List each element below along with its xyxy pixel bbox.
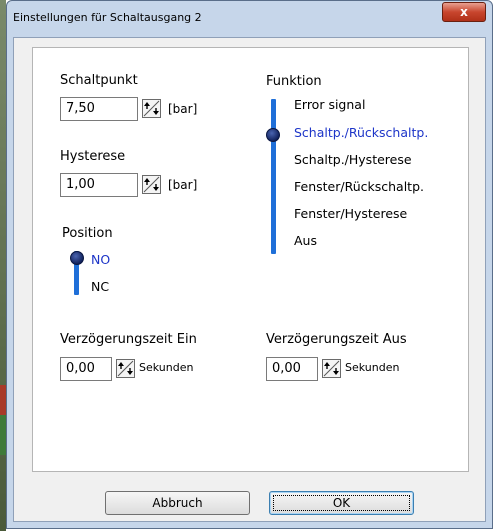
position-option-nc[interactable]: NC [91,279,109,294]
focus-rectangle [273,495,410,511]
funktion-option-error-signal[interactable]: Error signal [294,97,365,112]
funktion-option-schaltp-rueckschaltp[interactable]: Schaltp./Rückschaltp. [294,125,428,140]
funktion-slider-knob[interactable] [266,128,280,142]
funktion-label: Funktion [266,74,322,89]
settings-panel: Schaltpunkt 7,50 [bar] Hysterese 1,00 [b… [32,47,469,472]
position-label: Position [62,226,113,241]
spin-arrows-icon[interactable] [142,99,161,118]
delay-off-spinbox[interactable]: 0,00 [266,357,341,381]
funktion-option-schaltp-hysterese[interactable]: Schaltp./Hysterese [294,152,412,167]
position-option-no[interactable]: NO [91,252,110,267]
hysterese-spinbox[interactable]: 1,00 [60,173,164,197]
delay-on-input[interactable]: 0,00 [60,357,112,381]
schaltpunkt-input[interactable]: 7,50 [60,97,138,121]
spin-arrows-icon[interactable] [116,359,135,378]
cancel-button[interactable]: Abbruch [105,491,250,515]
hysterese-label: Hysterese [60,149,126,164]
funktion-option-aus[interactable]: Aus [294,233,317,248]
close-button[interactable]: x [442,2,486,22]
dialog-client-area: Schaltpunkt 7,50 [bar] Hysterese 1,00 [b… [13,37,486,522]
funktion-slider-track[interactable] [271,99,276,254]
delay-on-spinbox[interactable]: 0,00 [60,357,135,381]
close-icon: x [460,5,468,19]
schaltpunkt-spinbox[interactable]: 7,50 [60,97,164,121]
delay-off-label: Verzögerungszeit Aus [266,332,407,347]
dialog-window: Einstellungen für Schaltausgang 2 x Scha… [6,0,493,529]
spin-arrows-icon[interactable] [322,359,341,378]
position-slider-knob[interactable] [70,251,84,265]
ok-button[interactable]: OK [269,491,414,515]
hysterese-unit: [bar] [168,178,198,192]
delay-off-unit: Sekunden [345,361,400,374]
funktion-option-fenster-hysterese[interactable]: Fenster/Hysterese [294,206,407,221]
delay-off-input[interactable]: 0,00 [266,357,318,381]
window-title: Einstellungen für Schaltausgang 2 [13,11,202,24]
schaltpunkt-label: Schaltpunkt [60,73,138,88]
spin-arrows-icon[interactable] [142,175,161,194]
delay-on-label: Verzögerungszeit Ein [60,332,197,347]
hysterese-input[interactable]: 1,00 [60,173,138,197]
funktion-option-fenster-rueckschaltp[interactable]: Fenster/Rückschaltp. [294,179,424,194]
delay-on-unit: Sekunden [139,361,194,374]
title-bar[interactable]: Einstellungen für Schaltausgang 2 x [7,1,492,37]
schaltpunkt-unit: [bar] [168,102,198,116]
